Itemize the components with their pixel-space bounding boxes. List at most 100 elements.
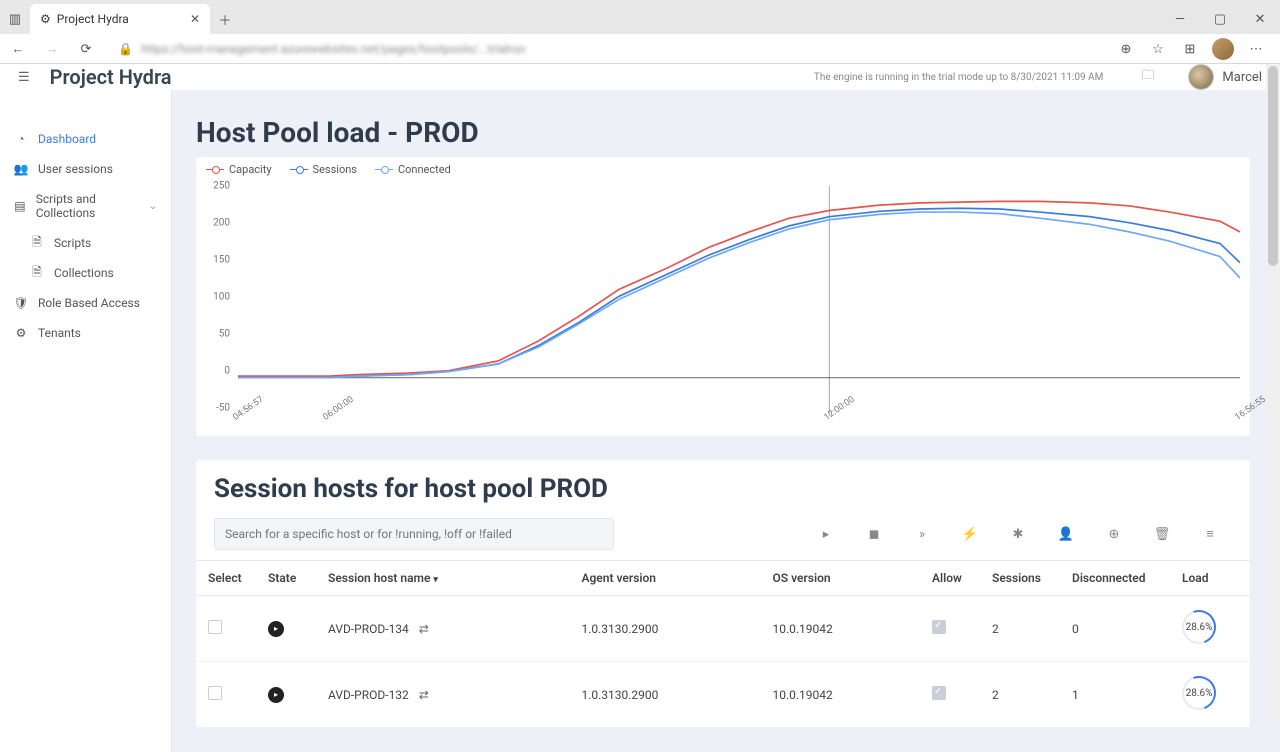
state-running-icon: ▸ bbox=[268, 621, 284, 637]
th-sessions[interactable]: Sessions bbox=[980, 561, 1060, 596]
hamburger-icon[interactable]: ☰ bbox=[18, 70, 30, 85]
profile-avatar[interactable] bbox=[1212, 38, 1234, 60]
sidebar-item-label: Scripts bbox=[54, 236, 91, 250]
browser-tab[interactable]: ⚙ Project Hydra ✕ bbox=[30, 4, 210, 34]
hosts-table: Select State Session host name ▾ Agent v… bbox=[196, 560, 1250, 728]
add-button[interactable]: ⊕ bbox=[1092, 520, 1136, 548]
sidebar-item-scripts-collections[interactable]: ▤ Scripts and Collections ⌄ bbox=[0, 184, 171, 228]
page-title: Host Pool load - PROD bbox=[196, 116, 1250, 157]
agent-version: 1.0.3130.2900 bbox=[569, 662, 760, 728]
sidebar-item-label: Dashboard bbox=[38, 132, 96, 146]
file-icon: 🗎 bbox=[30, 266, 44, 280]
chevron-down-icon: ⌄ bbox=[149, 201, 157, 212]
file-icon: 🗎 bbox=[30, 236, 44, 250]
app-topbar: ☰ Project Hydra The engine is running in… bbox=[0, 64, 1280, 90]
stop-button[interactable]: ◼ bbox=[852, 520, 896, 548]
os-version: 10.0.19042 bbox=[760, 662, 920, 728]
user-area[interactable]: Marcel bbox=[1188, 64, 1262, 90]
table-row[interactable]: ▸AVD-PROD-132⇄1.0.3130.290010.0.19042212… bbox=[196, 662, 1250, 728]
sidebar-item-label: Tenants bbox=[38, 326, 81, 340]
load-gauge: 28.6% bbox=[1176, 604, 1221, 649]
main-content: Host Pool load - PROD Capacity Sessions … bbox=[172, 90, 1280, 752]
assign-user-button[interactable]: 👤 bbox=[1044, 520, 1088, 548]
hosts-toolbar: ▸ ◼ » ⚡ ✱ 👤 ⊕ 🗑 ≡ bbox=[196, 518, 1250, 560]
user-avatar-icon bbox=[1188, 64, 1214, 90]
hosts-card: Session hosts for host pool PROD ▸ ◼ » ⚡… bbox=[196, 460, 1250, 728]
legend-capacity[interactable]: Capacity bbox=[206, 163, 272, 176]
load-gauge: 28.6% bbox=[1176, 670, 1221, 715]
minimize-button[interactable]: — bbox=[1160, 4, 1200, 34]
sidebar-item-collections[interactable]: 🗎 Collections bbox=[0, 258, 171, 288]
drain-on-button[interactable]: ⚡ bbox=[948, 520, 992, 548]
sidebar-item-rbac[interactable]: 🛡 Role Based Access bbox=[0, 288, 171, 318]
legend-swatch-icon bbox=[206, 166, 224, 174]
more-button[interactable]: ≡ bbox=[1188, 520, 1232, 548]
table-row[interactable]: ▸AVD-PROD-134⇄1.0.3130.290010.0.19042202… bbox=[196, 596, 1250, 662]
swap-icon[interactable]: ⇄ bbox=[419, 622, 429, 636]
row-checkbox[interactable] bbox=[208, 620, 222, 634]
legend-connected[interactable]: Connected bbox=[375, 163, 451, 176]
chart-area: -50050100150200250 04:56:5706:00:0012:00… bbox=[196, 186, 1250, 436]
back-button[interactable]: ← bbox=[8, 39, 28, 59]
delete-button[interactable]: 🗑 bbox=[1140, 520, 1184, 548]
browser-chrome: ▥ ⚙ Project Hydra ✕ ＋ — ▢ ✕ ← → ⟳ 🔒 http… bbox=[0, 0, 1280, 64]
extensions-icon[interactable]: ⊞ bbox=[1180, 39, 1200, 59]
th-disconnected[interactable]: Disconnected bbox=[1060, 561, 1170, 596]
tab-manager-icon[interactable]: ▥ bbox=[0, 4, 30, 34]
scrollbar[interactable] bbox=[1266, 64, 1280, 720]
close-window-button[interactable]: ✕ bbox=[1240, 4, 1280, 34]
favorite-icon[interactable]: ☆ bbox=[1148, 39, 1168, 59]
agent-version: 1.0.3130.2900 bbox=[569, 596, 760, 662]
sidebar-item-dashboard[interactable]: ◔ Dashboard bbox=[0, 124, 171, 154]
maximize-button[interactable]: ▢ bbox=[1200, 4, 1240, 34]
th-os[interactable]: OS version bbox=[760, 561, 920, 596]
window-controls: — ▢ ✕ bbox=[1160, 4, 1280, 34]
menu-icon[interactable]: ⋯ bbox=[1246, 39, 1266, 59]
close-icon[interactable]: ✕ bbox=[190, 12, 200, 26]
th-load[interactable]: Load bbox=[1170, 561, 1250, 596]
chart-legend: Capacity Sessions Connected bbox=[196, 157, 1250, 186]
new-tab-button[interactable]: ＋ bbox=[210, 4, 240, 34]
username: Marcel bbox=[1222, 70, 1262, 85]
sidebar-item-label: Collections bbox=[54, 266, 114, 280]
address-bar: ← → ⟳ 🔒 https://host-management.azureweb… bbox=[0, 34, 1280, 64]
drain-off-button[interactable]: ✱ bbox=[996, 520, 1040, 548]
row-checkbox[interactable] bbox=[208, 686, 222, 700]
th-state[interactable]: State bbox=[256, 561, 316, 596]
sidebar-item-scripts[interactable]: 🗎 Scripts bbox=[0, 228, 171, 258]
legend-swatch-icon bbox=[290, 166, 308, 174]
url-text: https://host-management.azurewebsites.ne… bbox=[141, 42, 526, 56]
folder-icon[interactable]: 🗀 bbox=[1141, 66, 1154, 88]
swap-icon[interactable]: ⇄ bbox=[419, 688, 429, 702]
sidebar-item-user-sessions[interactable]: 👥 User sessions bbox=[0, 154, 171, 184]
app: ☰ Project Hydra The engine is running in… bbox=[0, 64, 1280, 720]
os-version: 10.0.19042 bbox=[760, 596, 920, 662]
scripts-icon: ▤ bbox=[14, 199, 26, 213]
th-name[interactable]: Session host name ▾ bbox=[316, 561, 569, 596]
tab-bar: ▥ ⚙ Project Hydra ✕ ＋ — ▢ ✕ bbox=[0, 0, 1280, 34]
shield-icon: 🛡 bbox=[14, 296, 28, 310]
sidebar-item-tenants[interactable]: ⚙ Tenants bbox=[0, 318, 171, 348]
allow-checkbox[interactable] bbox=[932, 686, 946, 700]
state-running-icon: ▸ bbox=[268, 687, 284, 703]
sort-icon: ▾ bbox=[433, 575, 438, 585]
disconnected-count: 1 bbox=[1060, 662, 1170, 728]
host-name: AVD-PROD-132 bbox=[328, 688, 409, 702]
url-input[interactable]: 🔒 https://host-management.azurewebsites.… bbox=[110, 36, 1102, 62]
next-button[interactable]: » bbox=[900, 520, 944, 548]
tab-favicon-icon: ⚙ bbox=[40, 12, 51, 26]
reload-button[interactable]: ⟳ bbox=[76, 39, 96, 59]
zoom-icon[interactable]: ⊕ bbox=[1116, 39, 1136, 59]
search-input[interactable] bbox=[214, 518, 614, 550]
legend-swatch-icon bbox=[375, 166, 393, 174]
th-select[interactable]: Select bbox=[196, 561, 256, 596]
legend-sessions[interactable]: Sessions bbox=[290, 163, 357, 176]
sidebar-item-label: Scripts and Collections bbox=[36, 192, 139, 220]
th-allow[interactable]: Allow bbox=[920, 561, 980, 596]
trial-status: The engine is running in the trial mode … bbox=[814, 72, 1104, 83]
start-button[interactable]: ▸ bbox=[804, 520, 848, 548]
section-title: Session hosts for host pool PROD bbox=[196, 460, 1250, 518]
th-agent[interactable]: Agent version bbox=[569, 561, 760, 596]
allow-checkbox[interactable] bbox=[932, 620, 946, 634]
gear-icon: ⚙ bbox=[14, 326, 28, 340]
